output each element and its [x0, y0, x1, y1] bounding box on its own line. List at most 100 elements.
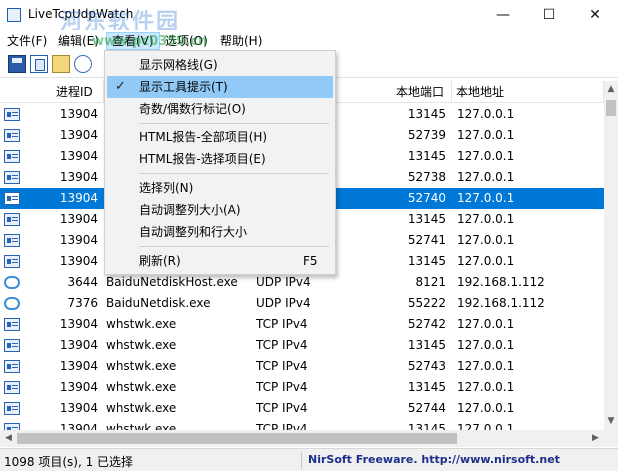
vertical-scroll-thumb[interactable]: [606, 100, 616, 116]
menu-separator: [139, 246, 329, 247]
menu-help[interactable]: 帮助(H): [215, 32, 267, 50]
cell-process-name: BaiduNetdisk.exe: [106, 296, 211, 310]
properties-icon[interactable]: [52, 55, 70, 73]
cell-local-address: 192.168.1.112: [457, 275, 545, 289]
cell-local-address: 127.0.0.1: [457, 107, 515, 121]
cell-protocol: TCP IPv4: [256, 359, 308, 373]
cell-protocol: UDP IPv4: [256, 296, 311, 310]
scroll-right-icon[interactable]: ▶: [587, 430, 604, 447]
cell-local-address: 127.0.0.1: [457, 359, 515, 373]
cell-process-id: 13904: [59, 128, 98, 142]
table-row[interactable]: 13904 whstwk.exe TCP IPv4 13145 127.0.0.1: [0, 419, 604, 430]
cell-local-address: 192.168.1.112: [457, 296, 545, 310]
cell-process-id: 13904: [59, 317, 98, 331]
table-row[interactable]: 13904 whstwk.exe TCP IPv4 13145 127.0.0.1: [0, 335, 604, 356]
cell-process-id: 13904: [59, 401, 98, 415]
table-row[interactable]: 7376 BaiduNetdisk.exe UDP IPv4 55222 192.168…: [0, 293, 604, 314]
cell-local-port: 13145: [407, 212, 446, 226]
cell-local-port: 13145: [407, 380, 446, 394]
cell-local-address: 127.0.0.1: [457, 254, 515, 268]
vertical-scrollbar[interactable]: ▲ ▼: [604, 81, 618, 430]
cell-protocol: UDP IPv4: [256, 275, 311, 289]
menu-choose-columns[interactable]: 选择列(N): [107, 177, 333, 199]
window-title: LiveTcpUdpWatch: [28, 7, 134, 21]
menu-show-tooltips[interactable]: ✓ 显示工具提示(T): [107, 76, 333, 98]
find-icon[interactable]: [74, 55, 92, 73]
cell-process-id: 3644: [67, 275, 98, 289]
cell-process-id: 13904: [59, 380, 98, 394]
tcp-icon: [4, 150, 20, 163]
status-divider: [301, 452, 302, 469]
menu-refresh[interactable]: 刷新(R) F5: [107, 250, 333, 272]
cell-process-name: BaiduNetdiskHost.exe: [106, 275, 238, 289]
tcp-icon: [4, 360, 20, 373]
cell-local-address: 127.0.0.1: [457, 212, 515, 226]
scroll-up-icon[interactable]: ▲: [604, 81, 618, 98]
table-row[interactable]: 13904 whstwk.exe TCP IPv4 13145 127.0.0.1: [0, 377, 604, 398]
column-process-id[interactable]: 进程ID: [0, 81, 104, 103]
cell-local-address: 127.0.0.1: [457, 191, 515, 205]
status-bar: 1098 项目(s), 1 已选择 NirSoft Freeware. http…: [0, 448, 618, 471]
tcp-icon: [4, 255, 20, 268]
cell-local-port: 52743: [407, 359, 446, 373]
tcp-icon: [4, 402, 20, 415]
maximize-button[interactable]: ☐: [526, 0, 572, 30]
cell-local-address: 127.0.0.1: [457, 170, 515, 184]
table-row[interactable]: 3644 BaiduNetdiskHost.exe UDP IPv4 8121 192.…: [0, 272, 604, 293]
cell-process-name: whstwk.exe: [106, 317, 177, 331]
menu-separator: [139, 173, 329, 174]
cell-local-port: 52738: [407, 170, 446, 184]
menu-odd-even-rows[interactable]: 奇数/偶数行标记(O): [107, 98, 333, 120]
menu-auto-size-columns-rows[interactable]: 自动调整列和行大小: [107, 221, 333, 243]
cell-local-port: 13145: [407, 422, 446, 430]
scroll-down-icon[interactable]: ▼: [604, 413, 618, 430]
cell-process-id: 13904: [59, 107, 98, 121]
cell-local-port: 52744: [407, 401, 446, 415]
menu-view[interactable]: 查看(V): [106, 32, 160, 50]
menu-show-gridlines[interactable]: 显示网格线(G): [107, 54, 333, 76]
cell-process-id: 13904: [59, 254, 98, 268]
table-row[interactable]: 13904 whstwk.exe TCP IPv4 52743 127.0.0.1: [0, 356, 604, 377]
cell-local-port: 55222: [407, 296, 446, 310]
cell-process-id: 13904: [59, 212, 98, 226]
menu-auto-size-columns[interactable]: 自动调整列大小(A): [107, 199, 333, 221]
nirsoft-link[interactable]: NirSoft Freeware. http://www.nirsoft.net: [308, 453, 560, 466]
cell-protocol: TCP IPv4: [256, 338, 308, 352]
cell-local-port: 52740: [407, 191, 446, 205]
status-item-count: 1098 项目(s), 1 已选择: [4, 455, 134, 469]
menu-edit[interactable]: 编辑(E): [53, 32, 104, 50]
cell-local-port: 52741: [407, 233, 446, 247]
cell-local-port: 13145: [407, 338, 446, 352]
column-local-address[interactable]: 本地地址: [452, 81, 604, 103]
close-button[interactable]: ✕: [572, 0, 618, 30]
cell-local-address: 127.0.0.1: [457, 317, 515, 331]
menu-html-report-all[interactable]: HTML报告-全部项目(H): [107, 126, 333, 148]
table-row[interactable]: 13904 whstwk.exe TCP IPv4 52742 127.0.0.1: [0, 314, 604, 335]
cell-local-address: 127.0.0.1: [457, 422, 515, 430]
cell-process-id: 13904: [59, 422, 98, 430]
menu-file[interactable]: 文件(F): [2, 32, 52, 50]
horizontal-scrollbar[interactable]: ◀ ▶: [0, 430, 618, 447]
horizontal-scroll-thumb[interactable]: [17, 433, 457, 444]
menu-options[interactable]: 选项(O): [160, 32, 213, 50]
cell-local-address: 127.0.0.1: [457, 338, 515, 352]
cell-process-name: whstwk.exe: [106, 422, 177, 430]
cell-local-port: 13145: [407, 149, 446, 163]
column-local-port[interactable]: 本地端口: [336, 81, 452, 103]
cell-process-id: 13904: [59, 359, 98, 373]
table-row[interactable]: 13904 whstwk.exe TCP IPv4 52744 127.0.0.1: [0, 398, 604, 419]
menu-html-report-selected[interactable]: HTML报告-选择项目(E): [107, 148, 333, 170]
minimize-button[interactable]: —: [480, 0, 526, 30]
cell-local-port: 8121: [415, 275, 446, 289]
cell-process-name: whstwk.exe: [106, 380, 177, 394]
tcp-icon: [4, 318, 20, 331]
scroll-left-icon[interactable]: ◀: [0, 430, 17, 447]
cell-protocol: TCP IPv4: [256, 317, 308, 331]
copy-icon[interactable]: [30, 55, 48, 73]
cell-local-port: 13145: [407, 107, 446, 121]
cell-process-id: 13904: [59, 233, 98, 247]
cell-protocol: TCP IPv4: [256, 380, 308, 394]
tcp-icon: [4, 213, 20, 226]
cell-process-id: 13904: [59, 338, 98, 352]
save-icon[interactable]: [8, 55, 26, 73]
